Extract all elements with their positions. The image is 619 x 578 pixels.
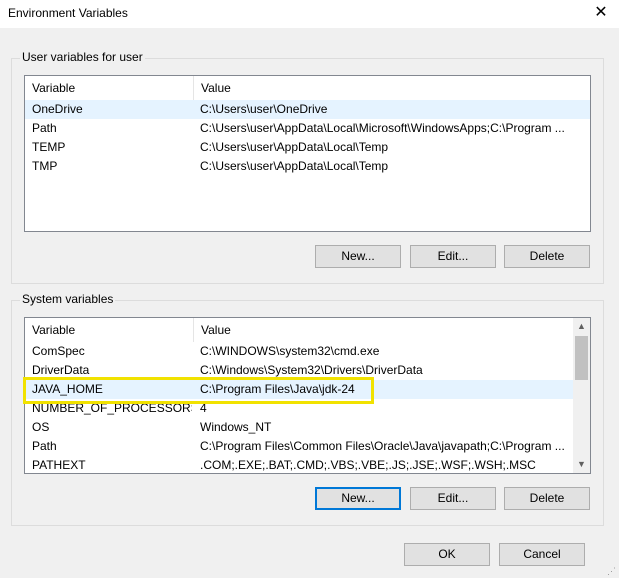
variable-name: TMP	[32, 159, 58, 173]
system-var-row-selected[interactable]: JAVA_HOME C:\Program Files\Java\jdk-24	[25, 380, 590, 399]
scrollbar-thumb[interactable]	[575, 336, 588, 380]
system-edit-button[interactable]: Edit...	[410, 487, 496, 510]
title-bar: Environment Variables ✕	[0, 0, 619, 28]
scroll-up-icon[interactable]: ▲	[573, 318, 590, 335]
variable-value: C:\Program Files\Common Files\Oracle\Jav…	[200, 439, 565, 453]
user-new-button[interactable]: New...	[315, 245, 401, 268]
user-var-row[interactable]: Path C:\Users\user\AppData\Local\Microso…	[25, 119, 590, 138]
variable-name: OneDrive	[32, 102, 83, 116]
system-var-row[interactable]: ComSpec C:\WINDOWS\system32\cmd.exe	[25, 342, 590, 361]
variable-value: C:\WINDOWS\system32\cmd.exe	[200, 344, 380, 358]
variable-name: DriverData	[32, 363, 90, 377]
system-list-header: Variable Value	[25, 318, 590, 342]
ok-button[interactable]: OK	[404, 543, 490, 566]
variable-value: C:\Program Files\Java\jdk-24	[200, 382, 355, 396]
column-header-value[interactable]: Value	[194, 76, 574, 100]
variable-value: Windows_NT	[200, 420, 272, 434]
variable-value: .COM;.EXE;.BAT;.CMD;.VBS;.VBE;.JS;.JSE;.…	[200, 458, 536, 472]
variable-name: Path	[32, 121, 57, 135]
system-new-button[interactable]: New...	[315, 487, 401, 510]
scroll-down-icon[interactable]: ▼	[573, 456, 590, 473]
system-delete-button[interactable]: Delete	[504, 487, 590, 510]
variable-value: C:\Users\user\AppData\Local\Temp	[200, 140, 389, 154]
resize-grip-icon[interactable]: ⋰	[607, 566, 617, 576]
user-var-row[interactable]: TEMP C:\Users\user\AppData\Local\Temp	[25, 138, 590, 157]
variable-value: C:\Windows\System32\Drivers\DriverData	[200, 363, 423, 377]
user-edit-button[interactable]: Edit...	[410, 245, 496, 268]
variable-name: PATHEXT	[32, 458, 86, 472]
cancel-button[interactable]: Cancel	[499, 543, 585, 566]
column-header-value[interactable]: Value	[194, 318, 574, 342]
column-header-variable[interactable]: Variable	[25, 76, 194, 100]
user-var-row[interactable]: OneDrive C:\Users\user\OneDrive	[25, 100, 590, 119]
user-variables-label: User variables for user	[20, 50, 145, 64]
user-list-header: Variable Value	[25, 76, 590, 100]
system-var-row[interactable]: DriverData C:\Windows\System32\Drivers\D…	[25, 361, 590, 380]
system-var-row[interactable]: OS Windows_NT	[25, 418, 590, 437]
variable-name: TEMP	[32, 140, 66, 154]
variable-value: C:\Users\user\OneDrive	[200, 102, 328, 116]
vertical-scrollbar[interactable]: ▲ ▼	[573, 318, 590, 473]
variable-name: JAVA_HOME	[32, 382, 103, 396]
variable-value: C:\Users\user\AppData\Local\Temp	[200, 159, 389, 173]
close-icon[interactable]: ✕	[590, 2, 612, 24]
column-header-variable[interactable]: Variable	[25, 318, 194, 342]
window-title: Environment Variables	[8, 6, 128, 20]
variable-name: ComSpec	[32, 344, 85, 358]
variable-name: NUMBER_OF_PROCESSORS	[32, 401, 192, 415]
variable-name: OS	[32, 420, 50, 434]
variable-value: C:\Users\user\AppData\Local\Microsoft\Wi…	[200, 121, 565, 135]
system-variables-label: System variables	[20, 292, 116, 306]
system-variables-list[interactable]: Variable Value ComSpec C:\WINDOWS\system…	[24, 317, 591, 474]
system-var-row[interactable]: Path C:\Program Files\Common Files\Oracl…	[25, 437, 590, 456]
user-delete-button[interactable]: Delete	[504, 245, 590, 268]
user-variables-list[interactable]: Variable Value OneDrive C:\Users\user\On…	[24, 75, 591, 232]
system-var-row[interactable]: PATHEXT .COM;.EXE;.BAT;.CMD;.VBS;.VBE;.J…	[25, 456, 590, 473]
user-var-row[interactable]: TMP C:\Users\user\AppData\Local\Temp	[25, 157, 590, 176]
variable-name: Path	[32, 439, 57, 453]
variable-value: 4	[200, 401, 207, 415]
system-var-row[interactable]: NUMBER_OF_PROCESSORS 4	[25, 399, 590, 418]
